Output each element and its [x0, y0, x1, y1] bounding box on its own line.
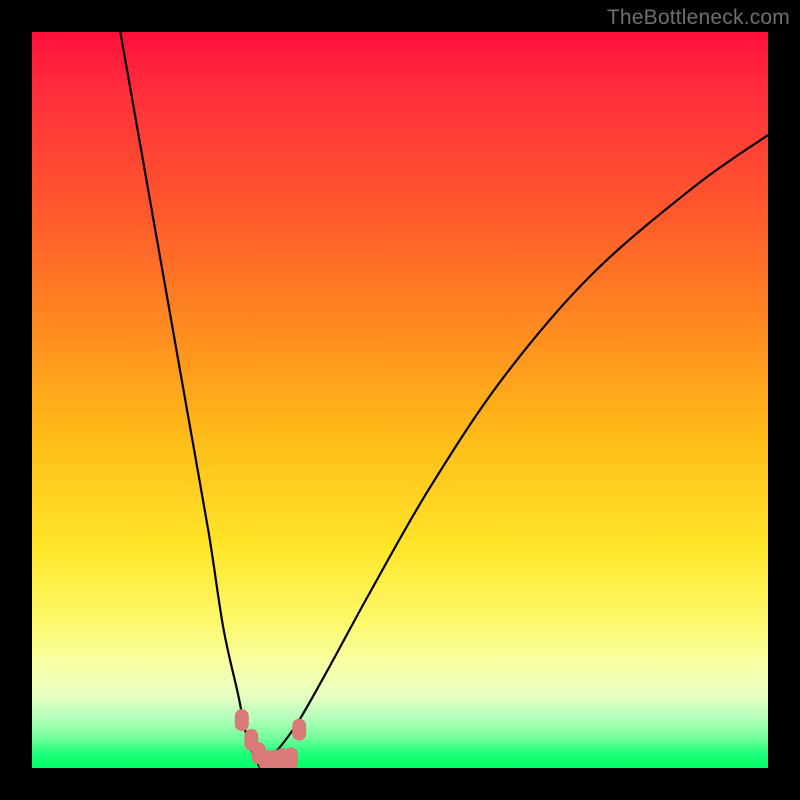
curve-right-branch: [260, 135, 768, 768]
curve-left-branch: [120, 32, 260, 768]
outer-frame: TheBottleneck.com: [0, 0, 800, 800]
data-marker: [235, 709, 249, 731]
marker-group: [235, 709, 306, 768]
watermark-text: TheBottleneck.com: [607, 6, 790, 30]
plot-area: [32, 32, 768, 768]
chart-svg: [32, 32, 768, 768]
data-marker: [292, 719, 306, 741]
data-marker: [284, 747, 298, 768]
